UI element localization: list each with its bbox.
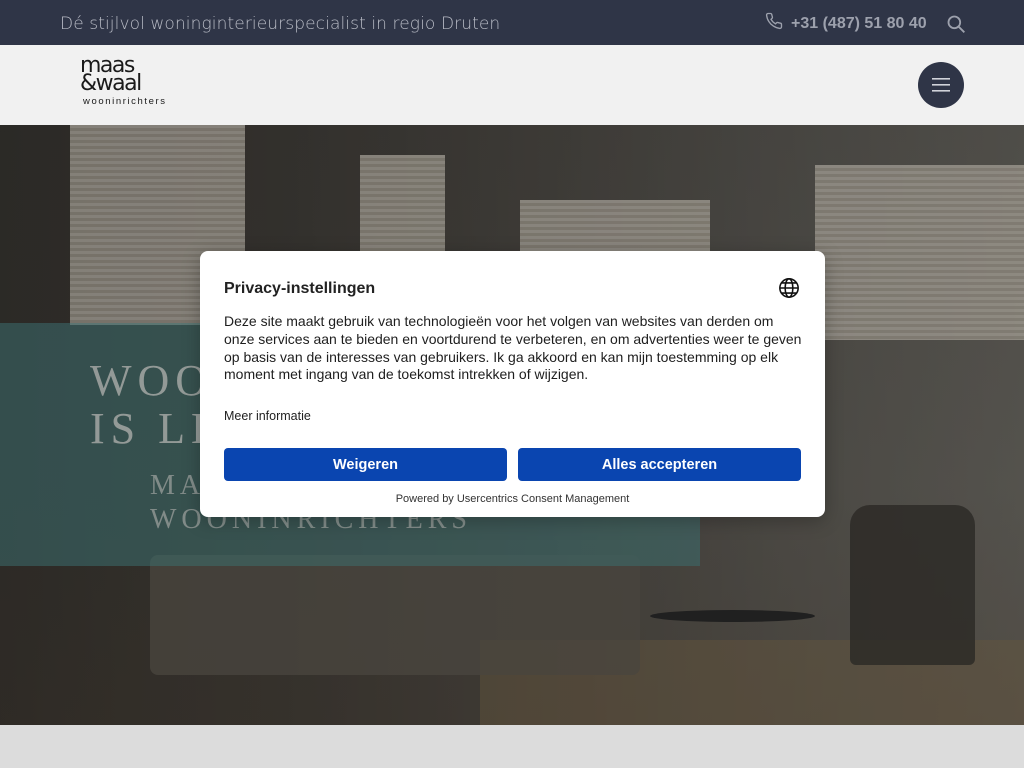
tagline: Dé stijlvol woninginterieurspecialist in…: [60, 14, 501, 34]
logo-subtitle: wooninrichters: [83, 96, 167, 107]
page-bottom: [0, 725, 1024, 768]
search-icon[interactable]: [946, 14, 966, 34]
dialog-body-text: Deze site maakt gebruik van technologieë…: [224, 313, 802, 383]
hamburger-menu-icon[interactable]: [918, 62, 964, 108]
phone-number: +31 (487) 51 80 40: [791, 14, 927, 32]
more-info-link[interactable]: Meer informatie: [224, 409, 311, 423]
phone-link[interactable]: +31 (487) 51 80 40: [765, 12, 927, 35]
logo[interactable]: maas &waal wooninrichters: [80, 55, 180, 112]
dialog-title: Privacy-instellingen: [224, 280, 376, 297]
deny-button[interactable]: Weigeren: [224, 448, 507, 481]
powered-by-text[interactable]: Powered by Usercentrics Consent Manageme…: [200, 493, 825, 505]
privacy-consent-dialog: Privacy-instellingen Deze site maakt geb…: [200, 251, 825, 517]
globe-icon[interactable]: [778, 277, 800, 299]
logo-word-waal: &waal: [80, 71, 142, 96]
top-bar: Dé stijlvol woninginterieurspecialist in…: [0, 0, 1024, 45]
phone-icon: [765, 12, 783, 35]
accept-all-button[interactable]: Alles accepteren: [518, 448, 801, 481]
